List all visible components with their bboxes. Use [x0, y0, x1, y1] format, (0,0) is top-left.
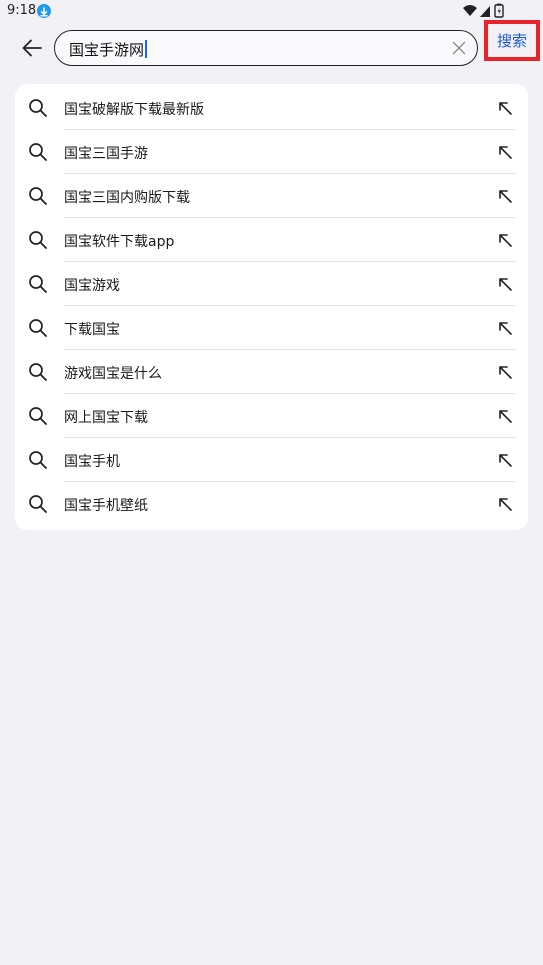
suggestion-item[interactable]: 国宝游戏 [15, 262, 528, 306]
text-caret [145, 40, 147, 58]
arrow-up-left-icon[interactable] [496, 275, 514, 293]
suggestion-list: 国宝破解版下载最新版 国宝三国手游国宝三国内购版下载 国宝软件下载app 国宝游戏下载… [15, 84, 528, 530]
suggestion-item[interactable]: 国宝三国手游 [15, 130, 528, 174]
search-icon [28, 142, 48, 162]
suggestion-label: 国宝软件下载app [64, 234, 175, 250]
search-icon [28, 230, 48, 250]
suggestion-item[interactable]: 下载国宝 [15, 306, 528, 350]
status-time: 9:18 [7, 3, 37, 18]
search-icon [28, 362, 48, 382]
arrow-up-left-icon[interactable] [496, 231, 514, 249]
search-icon [28, 406, 48, 426]
search-button[interactable]: 搜索 [488, 24, 536, 57]
suggestion-label: 下载国宝 [64, 322, 120, 338]
arrow-up-left-icon[interactable] [496, 319, 514, 337]
suggestion-label: 游戏国宝是什么 [64, 366, 162, 382]
suggestion-label: 网上国宝下载 [64, 410, 148, 426]
suggestion-item[interactable]: 国宝软件下载app [15, 218, 528, 262]
wifi-icon [463, 5, 477, 16]
arrow-up-left-icon[interactable] [496, 363, 514, 381]
signal-icon [480, 6, 490, 17]
arrow-up-left-icon[interactable] [496, 451, 514, 469]
suggestion-item[interactable]: 国宝手机 [15, 438, 528, 482]
suggestion-label: 国宝手机 [64, 454, 120, 470]
search-box[interactable]: 国宝手游网 [54, 30, 478, 66]
suggestion-item[interactable]: 国宝破解版下载最新版 [15, 86, 528, 130]
battery-icon [494, 3, 504, 18]
search-button-highlight: 搜索 [484, 20, 540, 61]
clear-button[interactable] [449, 38, 469, 58]
search-icon [28, 98, 48, 118]
back-button[interactable] [16, 31, 50, 65]
search-icon [28, 494, 48, 514]
arrow-up-left-icon[interactable] [496, 143, 514, 161]
arrow-up-left-icon[interactable] [496, 99, 514, 117]
download-icon [37, 4, 51, 18]
search-icon [28, 274, 48, 294]
arrow-up-left-icon[interactable] [496, 495, 514, 513]
suggestion-item[interactable]: 网上国宝下载 [15, 394, 528, 438]
search-input[interactable]: 国宝手游网 [69, 39, 147, 60]
suggestion-label: 国宝三国手游 [64, 146, 148, 162]
suggestion-label: 国宝破解版下载最新版 [64, 102, 204, 118]
search-icon [28, 186, 48, 206]
arrow-up-left-icon[interactable] [496, 187, 514, 205]
suggestion-item[interactable]: 游戏国宝是什么 [15, 350, 528, 394]
suggestion-label: 国宝游戏 [64, 278, 120, 294]
back-arrow-icon [22, 39, 42, 57]
suggestion-label: 国宝三国内购版下载 [64, 190, 190, 206]
status-bar: 9:18 [0, 0, 543, 22]
search-query: 国宝手游网 [69, 41, 145, 59]
suggestion-item[interactable]: 国宝三国内购版下载 [15, 174, 528, 218]
arrow-up-left-icon[interactable] [496, 407, 514, 425]
search-icon [28, 450, 48, 470]
status-icons [461, 3, 521, 19]
suggestion-item[interactable]: 国宝手机壁纸 [15, 482, 528, 526]
suggestion-label: 国宝手机壁纸 [64, 498, 148, 514]
search-icon [28, 318, 48, 338]
close-icon [452, 41, 466, 55]
